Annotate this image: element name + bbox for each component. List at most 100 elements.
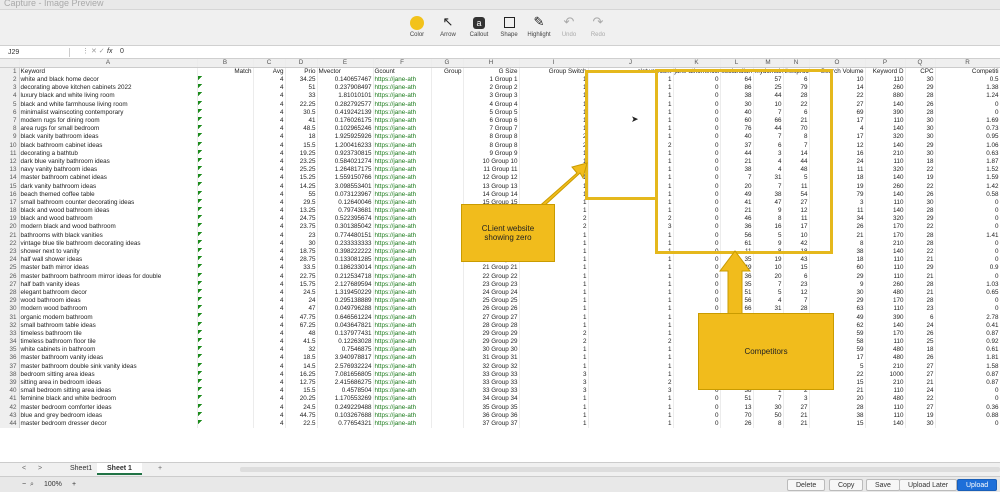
cell-Mvector[interactable]: 0.79743681 [317,207,374,216]
cell-Match[interactable] [197,133,254,142]
cell-client[interactable]: 1 [588,354,674,363]
cell-comp2[interactable]: 51 [720,395,754,404]
horizontal-scrollbar[interactable] [240,467,1000,472]
cell-KeywordD[interactable]: 140 [865,207,906,216]
cell-Avg[interactable]: 4 [253,198,286,207]
cell-GSize[interactable]: 3 Group 3 [463,92,520,101]
cell-CPC[interactable]: 26 [905,190,936,199]
cell-Prio[interactable]: 33.5 [285,264,318,273]
cell-comp3[interactable]: 44 [753,92,784,101]
cell-comp1[interactable]: 0 [673,108,721,117]
column-header-R[interactable]: R [935,59,1000,68]
row-number[interactable]: 17 [0,198,20,207]
cell-SearchVolume[interactable]: 28 [809,403,866,412]
cell-comp4[interactable]: 6 [783,76,810,85]
cell-GSize[interactable]: 22 Group 22 [463,272,520,281]
cell-client[interactable]: 1 [588,403,674,412]
row-number[interactable]: 9 [0,133,20,142]
undo-tool[interactable]: ↶ Undo [554,12,584,44]
cell-comp2[interactable]: 64 [720,76,754,85]
cell-Prio[interactable]: 20.25 [285,395,318,404]
cell-Group[interactable] [431,182,464,191]
cell-GSize[interactable]: 8 Group 8 [463,141,520,150]
cell-comp4[interactable]: 11 [783,182,810,191]
cell-comp4[interactable]: 21 [783,116,810,126]
cell-client[interactable]: 1 [588,288,674,298]
color-tool[interactable]: Color [402,12,432,44]
cell-SearchVolume[interactable]: 19 [809,182,866,191]
cell-comp1[interactable]: 0 [673,141,721,150]
cell-Avg[interactable]: 4 [253,133,286,142]
cell-comp4[interactable]: 27 [783,403,810,412]
cell-comp4[interactable]: 22 [783,100,810,109]
cell-Mvector[interactable]: 3.098553401 [317,182,374,191]
cell-Group[interactable] [431,419,464,429]
cell-Keyword[interactable]: navy vanity bathroom ideas [19,166,198,175]
cell-Group[interactable] [431,256,464,265]
cell-Competition[interactable]: 1.81 [935,354,1000,363]
cell-KeywordD[interactable]: 480 [865,395,906,404]
cell-Match[interactable] [197,403,254,412]
cell-Keyword[interactable]: elegant bathroom decor [19,288,198,298]
cell-Keyword[interactable]: beach themed coffee table [19,190,198,199]
cell-Gcount[interactable]: https://jane-ath [373,116,432,126]
cell-Group[interactable] [431,108,464,117]
cell-Avg[interactable]: 4 [253,141,286,150]
cell-comp4[interactable]: 17 [783,223,810,232]
cell-Keyword[interactable]: modern wood bathroom [19,305,198,314]
cell-KeywordD[interactable]: 110 [865,338,906,347]
header-cell-comp2[interactable]: soulandlan [720,67,754,76]
cell-Mvector[interactable]: 0.923730815 [317,149,374,158]
cell-GroupSwitch[interactable]: 1 [519,76,589,85]
cell-Match[interactable] [197,215,254,224]
cell-Avg[interactable]: 4 [253,313,286,322]
cell-SearchVolume[interactable]: 17 [809,133,866,142]
cell-Avg[interactable]: 4 [253,182,286,191]
cell-Mvector[interactable]: 0.7546875 [317,346,374,355]
cell-Keyword[interactable]: vintage blue tile bathroom decorating id… [19,239,198,248]
cell-Match[interactable] [197,157,254,167]
sheet-next-button[interactable]: > [38,465,42,472]
cell-SearchVolume[interactable]: 12 [809,141,866,150]
cell-Match[interactable] [197,305,254,314]
cell-SearchVolume[interactable]: 79 [809,190,866,199]
cell-CPC[interactable]: 30 [905,125,936,134]
cell-SearchVolume[interactable]: 11 [809,166,866,175]
cell-GSize[interactable]: 9 Group 9 [463,149,520,158]
cell-GSize[interactable]: 5 Group 5 [463,108,520,117]
cell-Match[interactable] [197,387,254,396]
row-number[interactable]: 38 [0,370,20,379]
cell-Prio[interactable]: 30.5 [285,108,318,117]
row-number[interactable]: 13 [0,166,20,175]
cell-Group[interactable] [431,133,464,142]
cell-KeywordD[interactable]: 170 [865,223,906,232]
cell-Avg[interactable]: 4 [253,370,286,379]
cell-Keyword[interactable]: small bathroom table ideas [19,321,198,330]
cell-GSize[interactable]: 33 Group 33 [463,387,520,396]
cell-Group[interactable] [431,346,464,355]
sheet-tab-sheet-1[interactable]: Sheet 1 [97,463,142,475]
cell-Competition[interactable]: 1.69 [935,116,1000,126]
cell-comp3[interactable]: 7 [753,182,784,191]
cell-Avg[interactable]: 4 [253,338,286,347]
cell-GroupSwitch[interactable]: 1 [519,362,589,371]
cell-Prio[interactable]: 24 [285,297,318,306]
column-header-I[interactable]: I [519,59,589,68]
row-number[interactable]: 31 [0,313,20,322]
cell-GSize[interactable]: 23 Group 23 [463,280,520,289]
cell-GSize[interactable]: 24 Group 24 [463,288,520,298]
cell-KeywordD[interactable]: 140 [865,141,906,150]
cell-Match[interactable] [197,362,254,371]
cell-Mvector[interactable]: 0.282792577 [317,100,374,109]
cell-Avg[interactable]: 4 [253,149,286,158]
cell-Mvector[interactable]: 1.81010101 [317,92,374,101]
cell-Mvector[interactable]: 0.301385042 [317,223,374,232]
cell-comp3[interactable]: 4 [753,157,784,167]
cell-comp3[interactable]: 3 [753,149,784,158]
cell-comp2[interactable]: 7 [720,174,754,183]
cell-SearchVolume[interactable]: 16 [809,149,866,158]
cell-client[interactable]: 1 [588,362,674,371]
cell-Group[interactable] [431,190,464,199]
cell-Mvector[interactable]: 0.140657467 [317,76,374,85]
cell-CPC[interactable]: 28 [905,239,936,248]
